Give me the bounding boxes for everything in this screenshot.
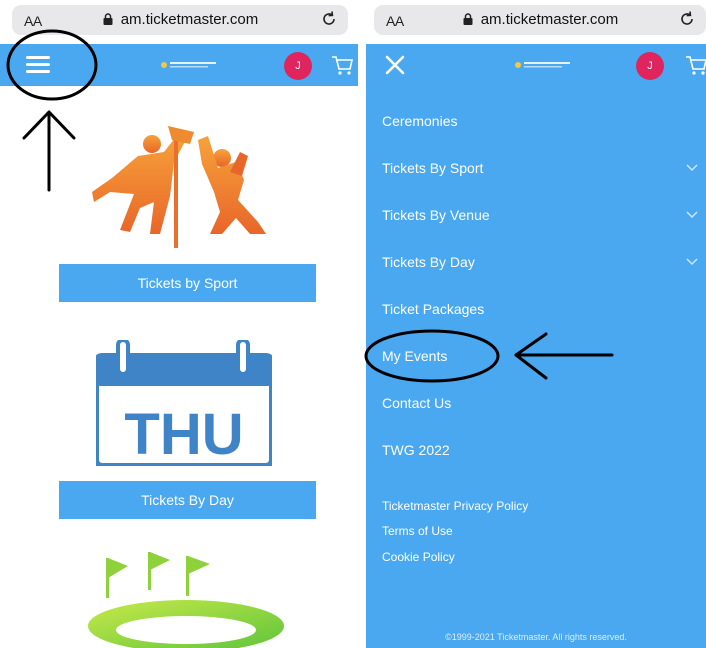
world-games-logo xyxy=(161,62,216,68)
url-text: am.ticketmaster.com xyxy=(120,11,259,28)
menu-item-tickets-by-venue[interactable]: Tickets By Venue xyxy=(382,200,706,230)
terms-of-use-link[interactable]: Terms of Use xyxy=(382,524,453,538)
lock-icon xyxy=(103,13,113,25)
copyright-text: ©1999-2021 Ticketmaster. All rights rese… xyxy=(445,632,627,642)
menu-item-twg-2022[interactable]: TWG 2022 xyxy=(382,435,706,465)
chevron-down-icon[interactable] xyxy=(686,211,698,219)
sport-illustration xyxy=(92,126,266,248)
menu-item-my-events[interactable]: My Events xyxy=(382,341,706,371)
close-icon[interactable] xyxy=(384,54,406,76)
url-display[interactable]: am.ticketmaster.com xyxy=(374,11,706,28)
left-screen: AA am.ticketmaster.com J Tickets by Spor… xyxy=(0,0,358,648)
url-text: am.ticketmaster.com xyxy=(480,11,619,28)
privacy-policy-link[interactable]: Ticketmaster Privacy Policy xyxy=(382,499,528,513)
tickets-by-sport-button[interactable]: Tickets by Sport xyxy=(59,264,316,302)
reload-icon[interactable] xyxy=(320,10,338,28)
site-header: J xyxy=(366,44,706,86)
menu-item-tickets-by-day[interactable]: Tickets By Day xyxy=(382,247,706,277)
avatar[interactable]: J xyxy=(636,52,664,80)
chevron-down-icon[interactable] xyxy=(686,164,698,172)
reload-icon[interactable] xyxy=(678,10,696,28)
right-screen: AA am.ticketmaster.com J Ceremonies Tick… xyxy=(366,0,706,648)
menu-item-contact-us[interactable]: Contact Us xyxy=(382,388,706,418)
menu-item-ceremonies[interactable]: Ceremonies xyxy=(382,106,706,136)
calendar-illustration: THU xyxy=(96,340,272,466)
calendar-day-label: THU xyxy=(124,402,243,466)
url-display[interactable]: am.ticketmaster.com xyxy=(12,11,348,28)
address-bar[interactable]: AA am.ticketmaster.com xyxy=(12,5,348,35)
menu-item-ticket-packages[interactable]: Ticket Packages xyxy=(382,294,706,324)
avatar[interactable]: J xyxy=(284,52,312,80)
menu-item-tickets-by-sport[interactable]: Tickets By Sport xyxy=(382,153,706,183)
site-header: J xyxy=(0,44,358,86)
hamburger-icon[interactable] xyxy=(26,56,50,74)
tickets-by-day-button[interactable]: Tickets By Day xyxy=(59,481,316,519)
venue-illustration xyxy=(88,552,284,648)
world-games-logo xyxy=(515,62,570,68)
cookie-policy-link[interactable]: Cookie Policy xyxy=(382,550,455,564)
cart-icon[interactable] xyxy=(684,53,706,77)
chevron-down-icon[interactable] xyxy=(686,258,698,266)
address-bar[interactable]: AA am.ticketmaster.com xyxy=(374,5,706,35)
lock-icon xyxy=(463,13,473,25)
cart-icon[interactable] xyxy=(330,53,354,77)
